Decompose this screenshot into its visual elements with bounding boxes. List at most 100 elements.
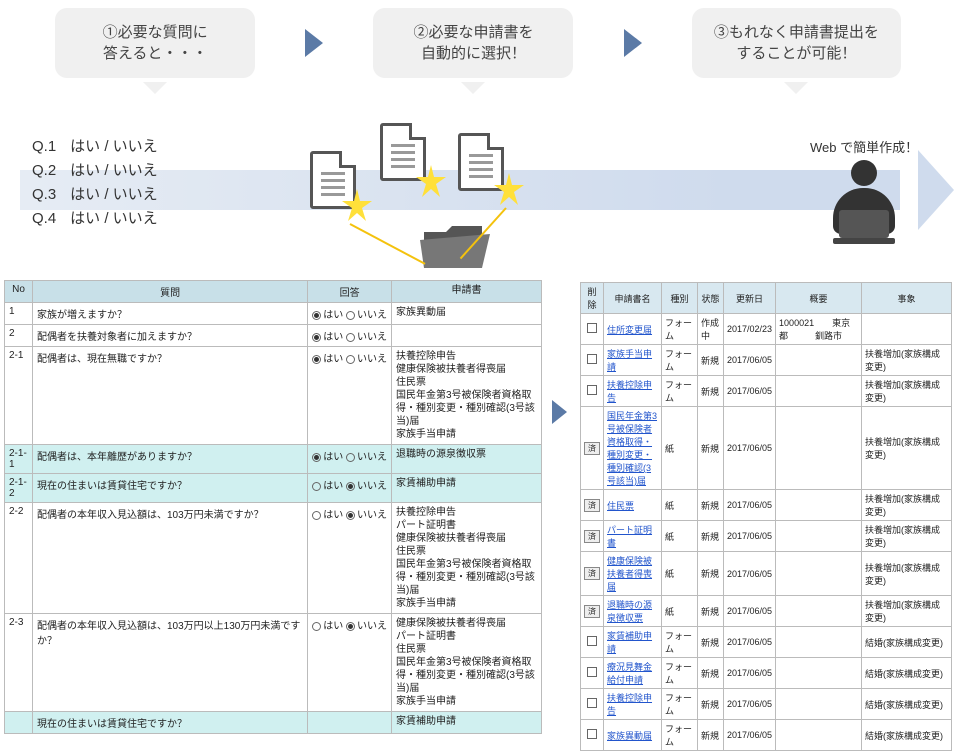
- col-state: 状態: [698, 283, 724, 314]
- application-link[interactable]: 扶養控除申告: [607, 380, 652, 403]
- delete-checkbox[interactable]: [587, 323, 597, 333]
- col-no: No: [5, 281, 33, 303]
- chevron-right-icon: [305, 29, 323, 57]
- table-row: 住所変更届フォーム作成中2017/02/231000021 東京都 釧路市: [581, 314, 952, 345]
- cell-doc: 扶養控除申告健康保険被扶養者得喪届住民票国民年金第3号被保険者資格取得・種別変更…: [392, 347, 542, 445]
- col-question: 質問: [33, 281, 308, 303]
- table-row: 済パート証明書紙新規2017/06/05扶養増加(家族構成変更): [581, 521, 952, 552]
- question-table: No 質問 回答 申請書 1家族が増えますか？はい いいえ家族異動届2配偶者を扶…: [4, 280, 542, 734]
- cell-kind: フォーム: [662, 627, 698, 658]
- cell-answer: はい いいえ: [308, 347, 392, 445]
- cell-summary: [776, 627, 862, 658]
- table-row: 2-3配偶者の本年収入見込額は、103万円以上130万円未満ですか？はい いいえ…: [5, 614, 542, 712]
- cell-name: 家族手当申請: [604, 345, 662, 376]
- bubble-step-2: ②必要な申請書を自動的に選択！: [373, 8, 573, 78]
- col-kind: 種別: [662, 283, 698, 314]
- delete-checkbox[interactable]: [587, 385, 597, 395]
- radio-no[interactable]: [346, 453, 355, 462]
- cell-kind: 紙: [662, 596, 698, 627]
- cell-doc: 家賃補助申請: [392, 474, 542, 503]
- radio-no[interactable]: [346, 622, 355, 631]
- cell-doc: 家族異動届: [392, 303, 542, 325]
- table-row: 1家族が増えますか？はい いいえ家族異動届: [5, 303, 542, 325]
- radio-yes[interactable]: [312, 311, 321, 320]
- question-line: Q.4 はい / いいえ: [32, 207, 158, 231]
- cell-date: 2017/06/05: [724, 376, 776, 407]
- radio-yes[interactable]: [312, 453, 321, 462]
- cell-summary: [776, 376, 862, 407]
- table-row: 療況見舞金給付申請フォーム新規2017/06/05結婚(家族構成変更): [581, 658, 952, 689]
- delete-checkbox[interactable]: [587, 667, 597, 677]
- cell-kind: フォーム: [662, 689, 698, 720]
- radio-no[interactable]: [346, 333, 355, 342]
- application-link[interactable]: 家族手当申請: [607, 349, 652, 372]
- application-link[interactable]: 国民年金第3号被保険者資格取得・種別変更・種別確認(3号該当)届: [607, 411, 657, 486]
- cell-delete: [581, 658, 604, 689]
- radio-no[interactable]: [346, 355, 355, 364]
- cell-event: 扶養増加(家族構成変更): [862, 552, 952, 596]
- cell-kind: 紙: [662, 407, 698, 490]
- cell-answer: はい いいえ: [308, 614, 392, 712]
- application-link[interactable]: 家族異動届: [607, 731, 652, 741]
- cell-answer: はい いいえ: [308, 474, 392, 503]
- col-delete: 削除: [581, 283, 604, 314]
- cell-date: 2017/06/05: [724, 720, 776, 751]
- done-button[interactable]: 済: [584, 499, 600, 512]
- done-button[interactable]: 済: [584, 530, 600, 543]
- application-link[interactable]: 退職時の源泉徴収票: [607, 600, 652, 623]
- cell-event: 扶養増加(家族構成変更): [862, 345, 952, 376]
- table-row: 2-2配偶者の本年収入見込額は、103万円未満ですか？はい いいえ扶養控除申告パ…: [5, 503, 542, 614]
- bubble-text: ③もれなく申請書提出をすることが可能！: [714, 24, 879, 62]
- cell-name: 扶養控除申告: [604, 376, 662, 407]
- chevron-right-icon: [552, 400, 567, 424]
- radio-yes[interactable]: [312, 622, 321, 631]
- cell-state: 新規: [698, 596, 724, 627]
- delete-checkbox[interactable]: [587, 729, 597, 739]
- radio-yes[interactable]: [312, 333, 321, 342]
- delete-checkbox[interactable]: [587, 354, 597, 364]
- table-row: 家賃補助申請フォーム新規2017/06/05結婚(家族構成変更): [581, 627, 952, 658]
- application-link[interactable]: 扶養控除申告: [607, 693, 652, 716]
- radio-yes[interactable]: [312, 355, 321, 364]
- application-link[interactable]: 住所変更届: [607, 325, 652, 335]
- cell-name: 家賃補助申請: [604, 627, 662, 658]
- cell-delete: [581, 627, 604, 658]
- cell-state: 新規: [698, 490, 724, 521]
- folder-icon: [420, 220, 490, 268]
- cell-question: 現在の住まいは賃貸住宅ですか？: [33, 712, 308, 734]
- cell-delete: [581, 345, 604, 376]
- done-button[interactable]: 済: [584, 442, 600, 455]
- flow-arrow-head: [918, 150, 954, 230]
- done-button[interactable]: 済: [584, 567, 600, 580]
- delete-checkbox[interactable]: [587, 698, 597, 708]
- cell-answer: はい いいえ: [308, 303, 392, 325]
- cell-summary: [776, 407, 862, 490]
- col-summary: 概要: [776, 283, 862, 314]
- cell-name: 退職時の源泉徴収票: [604, 596, 662, 627]
- delete-checkbox[interactable]: [587, 636, 597, 646]
- table-row: 現在の住まいは賃貸住宅ですか？家賃補助申請: [5, 712, 542, 734]
- table-row: 扶養控除申告フォーム新規2017/06/05扶養増加(家族構成変更): [581, 376, 952, 407]
- cell-kind: 紙: [662, 521, 698, 552]
- done-button[interactable]: 済: [584, 605, 600, 618]
- radio-yes[interactable]: [312, 511, 321, 520]
- cell-delete: 済: [581, 552, 604, 596]
- application-link[interactable]: 家賃補助申請: [607, 631, 652, 654]
- radio-no[interactable]: [346, 482, 355, 491]
- cell-kind: フォーム: [662, 376, 698, 407]
- application-link[interactable]: 健康保険被扶養者得喪届: [607, 556, 652, 592]
- cell-event: 結婚(家族構成変更): [862, 627, 952, 658]
- cell-state: 新規: [698, 345, 724, 376]
- radio-yes[interactable]: [312, 482, 321, 491]
- cell-event: [862, 314, 952, 345]
- cell-question: 配偶者は、本年離歴がありますか？: [33, 445, 308, 474]
- cell-state: 新規: [698, 552, 724, 596]
- cell-event: 扶養増加(家族構成変更): [862, 376, 952, 407]
- person-icon: [829, 160, 899, 240]
- radio-no[interactable]: [346, 511, 355, 520]
- radio-no[interactable]: [346, 311, 355, 320]
- application-link[interactable]: 住民票: [607, 501, 634, 511]
- application-link[interactable]: パート証明書: [607, 525, 652, 548]
- application-link[interactable]: 療況見舞金給付申請: [607, 662, 652, 685]
- table-row: 家族異動届フォーム新規2017/06/05結婚(家族構成変更): [581, 720, 952, 751]
